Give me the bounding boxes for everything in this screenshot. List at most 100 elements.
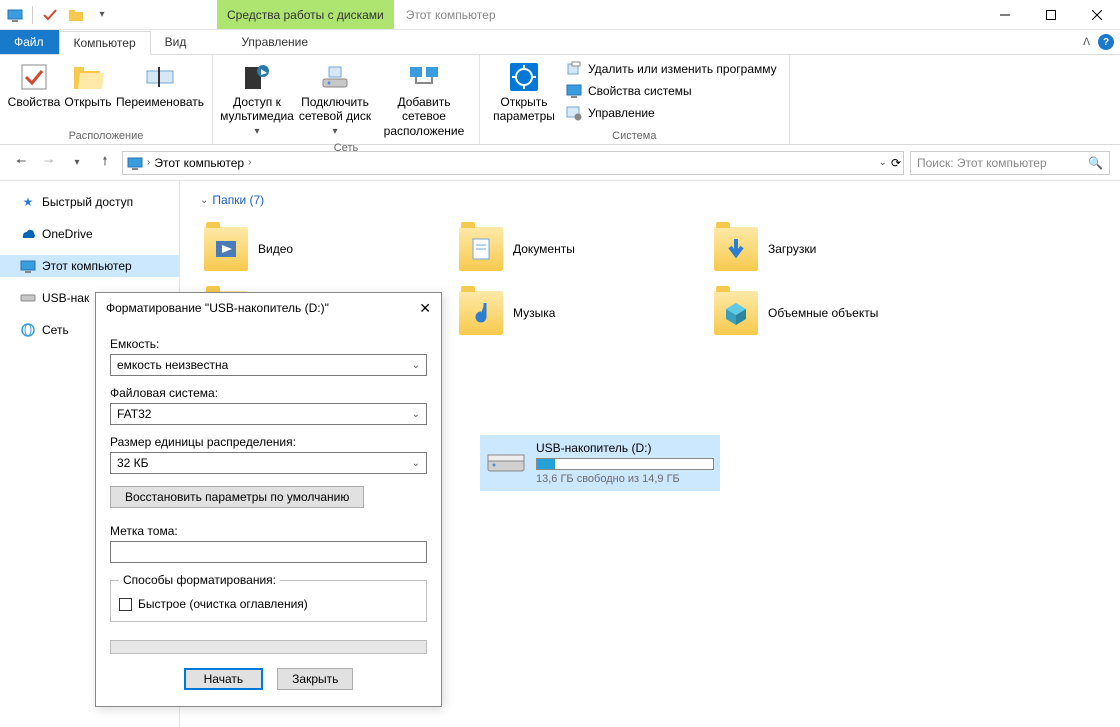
rename-button[interactable]: Переименовать	[116, 59, 204, 111]
ribbon-group-network: Доступ к мультимедиа▾ Подключить сетевой…	[213, 55, 480, 144]
dialog-close-button[interactable]: ✕	[419, 300, 431, 317]
manage-button[interactable]: Управление	[562, 103, 781, 123]
chevron-right-icon[interactable]: ›	[248, 157, 251, 168]
media-access-button[interactable]: Доступ к мультимедиа▾	[221, 59, 293, 140]
tab-view[interactable]: Вид	[151, 30, 202, 54]
nav-this-pc[interactable]: Этот компьютер	[0, 255, 179, 277]
ribbon-group-location: Свойства Открыть Переименовать Расположе…	[0, 55, 213, 144]
tab-file[interactable]: Файл	[0, 30, 59, 54]
uninstall-label: Удалить или изменить программу	[588, 62, 777, 76]
chevron-down-icon: ⌄	[412, 360, 420, 371]
minimize-button[interactable]	[982, 0, 1028, 29]
start-button[interactable]: Начать	[184, 668, 264, 690]
open-settings-label: Открыть параметры	[490, 95, 558, 124]
volume-label-label: Метка тома:	[110, 524, 427, 538]
map-drive-button[interactable]: Подключить сетевой диск▾	[295, 59, 375, 140]
nav-onedrive[interactable]: OneDrive	[0, 223, 179, 245]
ribbon-tabs: Файл Компьютер Вид Управление ᐱ ?	[0, 30, 1120, 55]
tab-computer[interactable]: Компьютер	[59, 31, 151, 55]
address-dropdown-icon[interactable]: ⌄	[879, 157, 887, 168]
open-folder-icon[interactable]	[65, 4, 87, 26]
rename-label: Переименовать	[116, 95, 204, 109]
allocation-label: Размер единицы распределения:	[110, 435, 427, 449]
folders-section-header[interactable]: ⌄ Папки (7)	[200, 193, 1100, 207]
chevron-down-icon: ⌄	[412, 409, 420, 420]
search-box[interactable]: Поиск: Этот компьютер 🔍	[910, 151, 1110, 175]
format-dialog: Форматирование "USB-накопитель (D:)" ✕ Е…	[95, 292, 442, 707]
computer-icon	[127, 155, 143, 171]
drive-usage-bar	[536, 458, 714, 470]
search-placeholder: Поиск: Этот компьютер	[917, 156, 1047, 170]
close-button[interactable]: Закрыть	[277, 668, 353, 690]
open-label: Открыть	[64, 95, 111, 109]
group-location-label: Расположение	[8, 128, 204, 142]
quick-access-toolbar: ▾	[0, 0, 117, 29]
add-netloc-button[interactable]: Добавить сетевое расположение	[377, 59, 471, 140]
ribbon: Свойства Открыть Переименовать Расположе…	[0, 55, 1120, 145]
network-icon	[20, 322, 36, 338]
add-netloc-label: Добавить сетевое расположение	[379, 95, 469, 138]
allocation-select[interactable]: 32 КБ⌄	[110, 452, 427, 474]
usb-drive-icon	[486, 445, 526, 477]
folder-3d-objects[interactable]: Объемные объекты	[710, 281, 965, 345]
nav-quick-access[interactable]: ★ Быстрый доступ	[0, 191, 179, 213]
forward-button[interactable]: 🠖	[38, 152, 60, 174]
dialog-title-text: Форматирование "USB-накопитель (D:)"	[106, 301, 329, 315]
quick-format-checkbox[interactable]: Быстрое (очистка оглавления)	[119, 597, 418, 611]
chevron-right-icon[interactable]: ›	[147, 157, 150, 168]
open-settings-button[interactable]: Открыть параметры	[488, 59, 560, 126]
chevron-down-icon: ▾	[254, 126, 259, 138]
dialog-titlebar: Форматирование "USB-накопитель (D:)" ✕	[96, 293, 441, 323]
filesystem-label: Файловая система:	[110, 386, 427, 400]
onedrive-icon	[20, 226, 36, 242]
help-icon[interactable]: ?	[1098, 34, 1114, 50]
properties-label: Свойства	[8, 95, 61, 109]
address-box[interactable]: › Этот компьютер › ⌄ ⟳	[122, 151, 904, 175]
search-icon[interactable]: 🔍	[1088, 156, 1103, 170]
folder-icon	[714, 291, 758, 335]
close-button[interactable]	[1074, 0, 1120, 29]
folder-music[interactable]: Музыка	[455, 281, 710, 345]
title-bar: ▾ Средства работы с дисками Этот компьют…	[0, 0, 1120, 30]
folder-icon	[459, 291, 503, 335]
format-progress-bar	[110, 640, 427, 654]
drive-usb[interactable]: USB-накопитель (D:) 13,6 ГБ свободно из …	[480, 435, 720, 491]
capacity-select[interactable]: емкость неизвестна⌄	[110, 354, 427, 376]
group-system-label: Система	[488, 128, 781, 142]
open-button[interactable]: Открыть	[62, 59, 114, 111]
up-button[interactable]: 🠕	[94, 152, 116, 174]
refresh-icon[interactable]: ⟳	[891, 156, 901, 170]
address-bar: 🠔 🠖 ▾ 🠕 › Этот компьютер › ⌄ ⟳ Поиск: Эт…	[0, 145, 1120, 181]
format-options-group: Способы форматирования: Быстрое (очистка…	[110, 573, 427, 622]
star-icon: ★	[20, 194, 36, 210]
collapse-ribbon-icon[interactable]: ᐱ	[1083, 37, 1090, 48]
tab-manage[interactable]: Управление	[227, 30, 323, 54]
manage-label: Управление	[588, 106, 655, 120]
format-options-legend: Способы форматирования:	[119, 573, 280, 587]
restore-defaults-button[interactable]: Восстановить параметры по умолчанию	[110, 486, 364, 508]
chevron-down-icon: ⌄	[200, 195, 208, 206]
uninstall-button[interactable]: Удалить или изменить программу	[562, 59, 781, 79]
folder-documents[interactable]: Документы	[455, 217, 710, 281]
sys-props-button[interactable]: Свойства системы	[562, 81, 781, 101]
qat-dropdown-icon[interactable]: ▾	[91, 4, 113, 26]
folder-video[interactable]: Видео	[200, 217, 455, 281]
breadcrumb-thispc[interactable]: Этот компьютер	[154, 156, 244, 170]
usb-drive-icon	[20, 290, 36, 306]
window-title: Этот компьютер	[394, 0, 982, 29]
back-button[interactable]: 🠔	[10, 152, 32, 174]
properties-button[interactable]: Свойства	[8, 59, 60, 111]
maximize-button[interactable]	[1028, 0, 1074, 29]
history-dropdown-icon[interactable]: ▾	[66, 152, 88, 174]
filesystem-select[interactable]: FAT32⌄	[110, 403, 427, 425]
volume-label-input[interactable]	[110, 541, 427, 563]
folder-downloads[interactable]: Загрузки	[710, 217, 965, 281]
ribbon-group-system: Открыть параметры Удалить или изменить п…	[480, 55, 790, 144]
folder-icon	[714, 227, 758, 271]
drive-free-text: 13,6 ГБ свободно из 14,9 ГБ	[536, 473, 714, 485]
computer-icon[interactable]	[4, 4, 26, 26]
properties-check-icon[interactable]	[39, 4, 61, 26]
chevron-down-icon: ⌄	[412, 458, 420, 469]
computer-icon	[20, 258, 36, 274]
capacity-label: Емкость:	[110, 337, 427, 351]
